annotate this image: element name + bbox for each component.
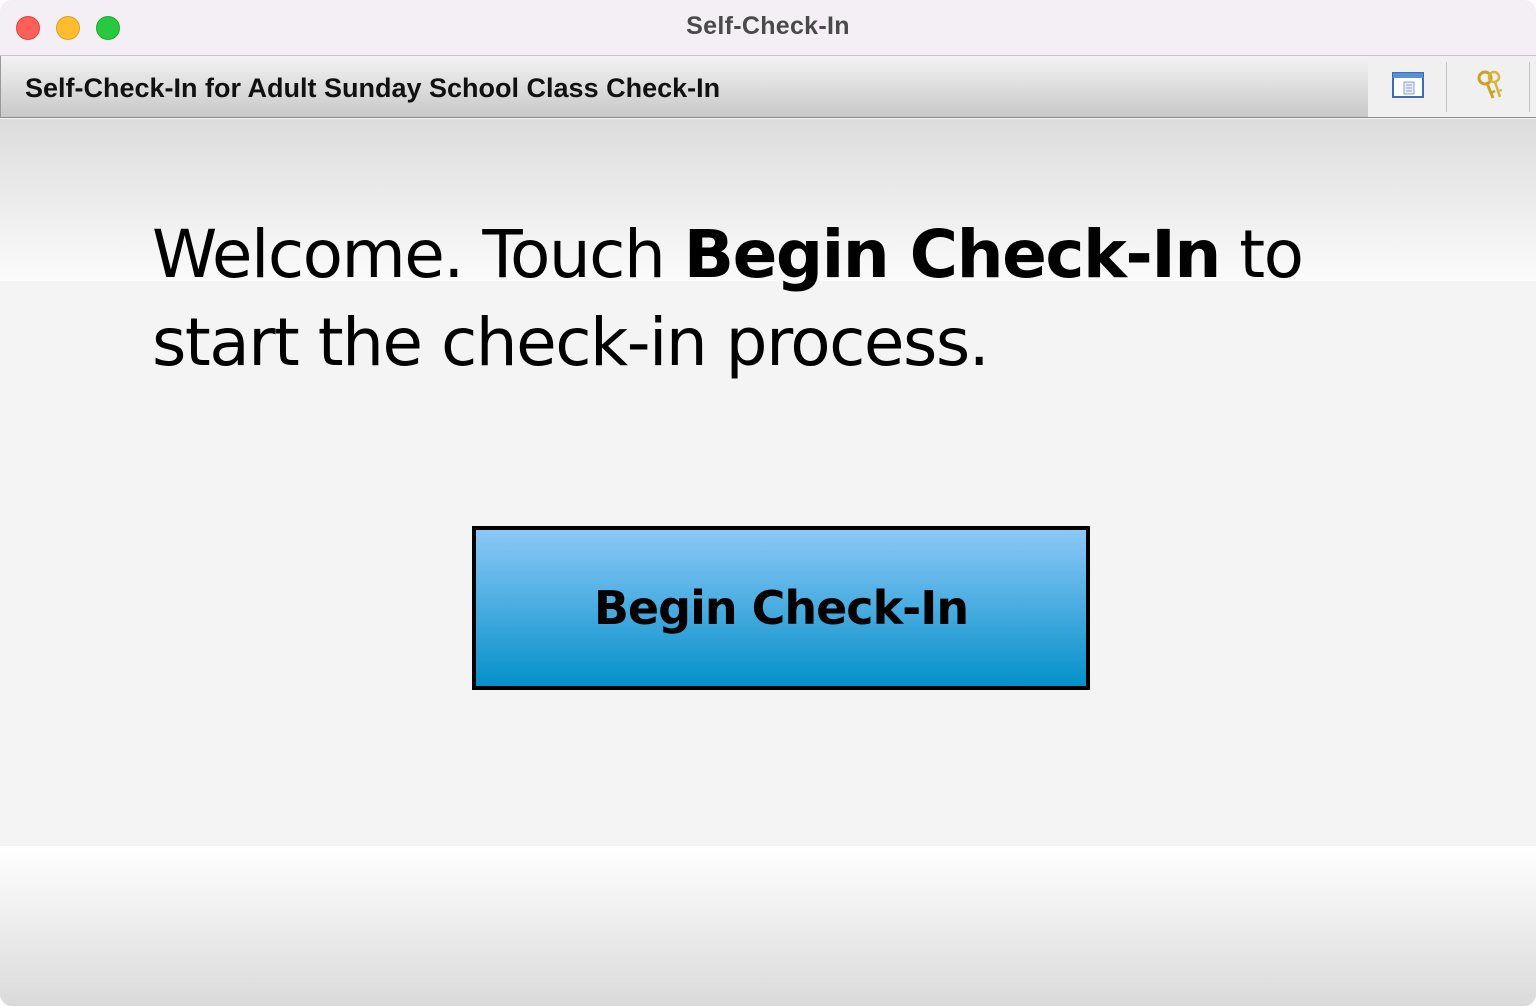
window-title: Self-Check-In: [686, 12, 850, 40]
welcome-prefix: Welcome. Touch: [152, 216, 684, 293]
page-title: Self-Check-In for Adult Sunday School Cl…: [25, 73, 721, 103]
toolbar: [1368, 56, 1536, 118]
keys-button[interactable]: [1454, 62, 1526, 112]
bottom-gradient: [0, 846, 1536, 1006]
begin-check-in-button[interactable]: Begin Check-In: [472, 526, 1090, 690]
title-bar: Self-Check-In: [0, 0, 1536, 56]
begin-check-in-label: Begin Check-In: [593, 581, 969, 635]
keys-icon: [1475, 69, 1505, 106]
window-icon: [1392, 71, 1424, 104]
toolbar-divider: [1529, 62, 1530, 112]
app-window: Self-Check-In Self-Check-In for Adult Su…: [0, 0, 1536, 1006]
window-button[interactable]: [1372, 62, 1444, 112]
toolbar-divider: [1446, 62, 1447, 112]
welcome-highlight: Begin Check-In: [683, 216, 1222, 293]
header-bar: Self-Check-In for Adult Sunday School Cl…: [0, 56, 1368, 118]
main-content: Welcome. Touch Begin Check-In to start t…: [0, 119, 1536, 1006]
welcome-message: Welcome. Touch Begin Check-In to start t…: [152, 211, 1352, 387]
